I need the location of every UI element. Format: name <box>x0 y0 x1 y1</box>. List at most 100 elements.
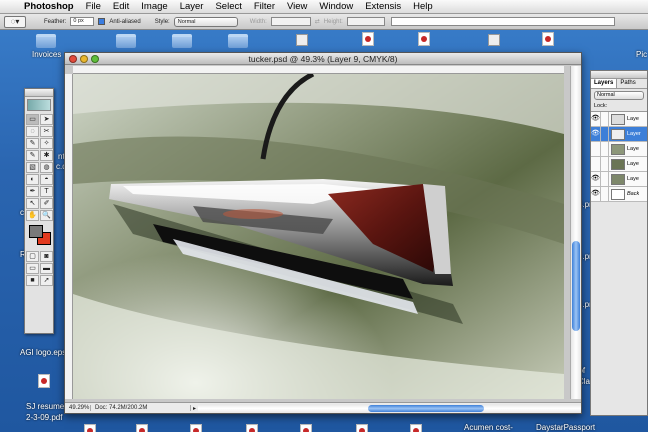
layer-row[interactable]: Laye <box>591 157 647 172</box>
horizontal-scroll-thumb[interactable] <box>368 404 485 412</box>
link-cell[interactable] <box>601 112 609 126</box>
pdf-icon[interactable] <box>190 424 202 432</box>
toolbox-title-bar[interactable] <box>25 89 53 97</box>
menu-help[interactable]: Help <box>407 1 439 12</box>
path-selection-tool[interactable]: ↖ <box>26 198 39 209</box>
pdf-icon[interactable] <box>418 32 430 46</box>
photoshop-logo[interactable] <box>27 99 51 111</box>
antialiased-checkbox[interactable] <box>98 18 106 25</box>
desktop-label-sj-resume-1[interactable]: SJ resume <box>26 402 64 411</box>
vertical-scrollbar[interactable] <box>570 66 581 399</box>
horizontal-ruler[interactable] <box>73 66 564 74</box>
visibility-eye-icon[interactable]: 👁 <box>591 127 601 141</box>
pdf-icon[interactable] <box>136 424 148 432</box>
brush-link-icon[interactable] <box>601 127 609 141</box>
menu-window[interactable]: Window <box>313 1 359 12</box>
horizontal-scrollbar[interactable] <box>198 403 581 413</box>
gradient-tool[interactable]: ◍ <box>40 162 53 173</box>
magic-wand-tool[interactable]: ✂ <box>40 126 53 137</box>
palette-well[interactable] <box>390 17 615 26</box>
menu-filter[interactable]: Filter <box>248 1 281 12</box>
notes-tool[interactable]: ✐ <box>40 198 53 209</box>
blend-mode-select[interactable]: Normal <box>594 91 644 100</box>
dodge-tool[interactable]: ◐ <box>26 174 39 185</box>
height-input[interactable] <box>346 17 385 26</box>
style-select[interactable]: Normal <box>173 16 238 27</box>
pdf-icon[interactable] <box>246 424 258 432</box>
desktop-label-invoices[interactable]: Invoices <box>32 50 61 59</box>
layer-row-selected[interactable]: 👁 Layer <box>591 127 647 142</box>
imageready-button[interactable]: ➚ <box>40 275 53 286</box>
menu-file[interactable]: File <box>80 1 107 12</box>
width-input[interactable] <box>270 17 311 26</box>
folder-icon[interactable] <box>228 34 248 48</box>
desktop-label-daystar[interactable]: DaystarPassport <box>536 423 595 432</box>
stamp-tool[interactable]: ✱ <box>40 150 53 161</box>
menu-select[interactable]: Select <box>209 1 247 12</box>
screen-mode-2-button[interactable]: ▬ <box>40 263 53 274</box>
menu-layer[interactable]: Layer <box>174 1 210 12</box>
desktop-label-agi-logo[interactable]: AGI logo.eps <box>20 348 66 357</box>
image-canvas[interactable] <box>73 74 564 399</box>
crop-tool[interactable]: ✎ <box>26 138 39 149</box>
zoom-tool[interactable]: 🔍 <box>40 210 53 221</box>
layer-row[interactable]: 👁 Laye <box>591 172 647 187</box>
layer-row[interactable]: 👁 Back <box>591 187 647 202</box>
screen-mode-1-button[interactable]: ▭ <box>26 263 39 274</box>
hand-tool[interactable]: ✋ <box>26 210 39 221</box>
pdf-icon[interactable] <box>362 32 374 46</box>
foreground-color-swatch[interactable] <box>29 225 43 238</box>
menu-app-name[interactable]: Photoshop <box>18 1 80 12</box>
menu-extensis[interactable]: Extensis <box>359 1 407 12</box>
lasso-tool[interactable]: ◌ <box>26 126 39 137</box>
desktop-label-acumen[interactable]: Acumen cost- <box>464 423 513 432</box>
vertical-ruler[interactable] <box>65 74 73 399</box>
layers-panel-title-bar[interactable] <box>591 71 647 79</box>
vertical-scroll-thumb[interactable] <box>572 241 580 331</box>
brush-tool[interactable]: ✎ <box>26 150 39 161</box>
document-title-bar[interactable]: tucker.psd @ 49.3% (Layer 9, CMYK/8) <box>65 53 581 65</box>
menu-image[interactable]: Image <box>135 1 173 12</box>
tool-preset-picker[interactable]: ◌▾ <box>4 15 26 28</box>
layer-row[interactable]: Laye <box>591 142 647 157</box>
pdf-icon[interactable] <box>38 374 50 388</box>
pen-tool[interactable]: ✒ <box>26 186 39 197</box>
screen-mode-3-button[interactable]: ■ <box>26 275 39 286</box>
pdf-icon[interactable] <box>410 424 422 432</box>
visibility-eye-icon[interactable]: 👁 <box>591 112 601 126</box>
visibility-eye-icon[interactable]: 👁 <box>591 187 601 201</box>
swap-icon[interactable]: ⇄ <box>315 18 320 25</box>
folder-icon[interactable] <box>116 34 136 48</box>
app-icon[interactable] <box>296 34 308 46</box>
status-menu-arrow-icon[interactable]: ▸ <box>191 405 198 412</box>
zoom-level[interactable]: 49.29% <box>65 405 91 411</box>
blur-tool[interactable]: ◓ <box>40 174 53 185</box>
desktop-label-sj-resume-2[interactable]: 2-3-09.pdf <box>26 413 62 422</box>
pdf-icon[interactable] <box>356 424 368 432</box>
folder-icon[interactable] <box>36 34 56 48</box>
pdf-icon[interactable] <box>300 424 312 432</box>
folder-icon[interactable] <box>172 34 192 48</box>
move-tool[interactable]: ➤ <box>40 114 53 125</box>
eraser-tool[interactable]: ▧ <box>26 162 39 173</box>
app-icon[interactable] <box>488 34 500 46</box>
quick-mask-button[interactable]: ◙ <box>40 251 53 262</box>
document-size[interactable]: Doc: 74.2M/200.2M <box>91 405 191 411</box>
pdf-icon[interactable] <box>542 32 554 46</box>
link-cell[interactable] <box>601 142 609 156</box>
slice-tool[interactable]: ✧ <box>40 138 53 149</box>
marquee-tool[interactable]: ▭ <box>26 114 39 125</box>
type-tool[interactable]: T <box>40 186 53 197</box>
pdf-icon[interactable] <box>84 424 96 432</box>
desktop-label-pic[interactable]: Pic <box>636 50 647 59</box>
visibility-eye-icon[interactable]: 👁 <box>591 172 601 186</box>
menu-view[interactable]: View <box>281 1 313 12</box>
visibility-eye-icon[interactable] <box>591 142 601 156</box>
tab-paths[interactable]: Paths <box>617 79 638 88</box>
layer-row[interactable]: 👁 Laye <box>591 112 647 127</box>
feather-input[interactable]: 0 px <box>70 17 95 26</box>
link-cell[interactable] <box>601 172 609 186</box>
standard-mode-button[interactable]: ▢ <box>26 251 39 262</box>
visibility-eye-icon[interactable] <box>591 157 601 171</box>
link-cell[interactable] <box>601 187 609 201</box>
